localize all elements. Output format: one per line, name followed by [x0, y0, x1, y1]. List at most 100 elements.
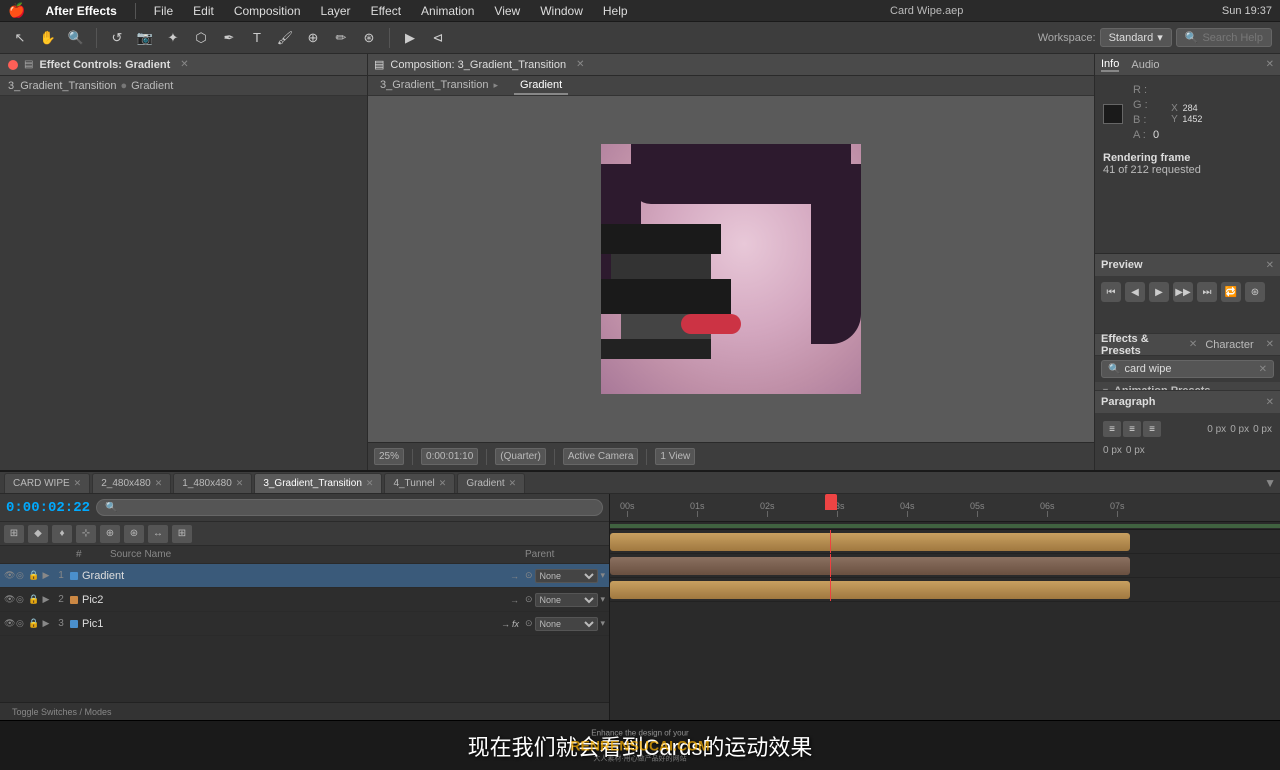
view-selector[interactable]: 1 View: [655, 448, 695, 465]
apple-logo-icon[interactable]: 🍎: [8, 2, 25, 19]
play-pause-button[interactable]: ▶: [1149, 282, 1169, 302]
effects-search-bar[interactable]: 🔍 ✕: [1101, 360, 1274, 378]
menu-animation[interactable]: Animation: [417, 4, 478, 18]
select-tool-button[interactable]: ↖: [8, 26, 32, 50]
layer-row-1[interactable]: 👁 ◎ 🔒 ▶ 1 Gradient → ⊙ None: [0, 564, 609, 588]
tab-close-icon[interactable]: ✕: [74, 478, 82, 489]
timeline-tab-tunnel[interactable]: 4_Tunnel ✕: [384, 473, 455, 493]
time-display[interactable]: 0:00:01:10: [421, 448, 478, 465]
panel-close-button[interactable]: [8, 60, 18, 70]
layer-2-lock-icon[interactable]: 🔒: [28, 594, 40, 605]
tl-ctrl-btn-7[interactable]: ↔: [148, 525, 168, 543]
character-tab[interactable]: Character: [1205, 339, 1253, 351]
paragraph-x-button[interactable]: ✕: [1266, 397, 1274, 408]
layer-1-lock-icon[interactable]: 🔒: [28, 570, 40, 581]
comp-x-button[interactable]: ✕: [576, 59, 584, 70]
tl-ctrl-btn-4[interactable]: ⊹: [76, 525, 96, 543]
layer-1-visibility-icon[interactable]: 👁: [4, 570, 16, 581]
layer-3-visibility-icon[interactable]: 👁: [4, 618, 16, 629]
anchor-tool-button[interactable]: ✦: [161, 26, 185, 50]
track-row-1[interactable]: [610, 530, 1280, 554]
timeline-tab-2[interactable]: 2_480x480 ✕: [92, 473, 171, 493]
ram-preview-button[interactable]: ⊛: [1245, 282, 1265, 302]
align-left-button[interactable]: ≡: [1103, 421, 1121, 437]
toggle-switches-modes-button[interactable]: Toggle Switches / Modes: [8, 707, 116, 717]
text-tool-button[interactable]: T: [245, 26, 269, 50]
tab-info[interactable]: Info: [1101, 58, 1119, 72]
step-forward-button[interactable]: ▶▶: [1173, 282, 1193, 302]
puppet-tool-button[interactable]: ⊛: [357, 26, 381, 50]
render-button[interactable]: ⊲: [426, 26, 450, 50]
search-help-input[interactable]: 🔍 Search Help: [1176, 28, 1272, 47]
composition-viewport[interactable]: [368, 96, 1094, 442]
tab-tunnel-close-icon[interactable]: ✕: [439, 478, 447, 489]
menu-help[interactable]: Help: [599, 4, 632, 18]
timeline-tab-gradient-transition[interactable]: 3_Gradient_Transition ✕: [254, 473, 382, 493]
tl-ctrl-btn-6[interactable]: ⊛: [124, 525, 144, 543]
menu-effect[interactable]: Effect: [367, 4, 405, 18]
timeline-collapse-icon[interactable]: ▼: [1264, 476, 1276, 490]
rotation-tool-button[interactable]: ↺: [105, 26, 129, 50]
layer-2-visibility-icon[interactable]: 👁: [4, 594, 16, 605]
panel-x-button[interactable]: ✕: [180, 59, 188, 70]
character-x-button[interactable]: ✕: [1266, 339, 1274, 350]
step-back-button[interactable]: ◀: [1125, 282, 1145, 302]
play-button[interactable]: ▶: [398, 26, 422, 50]
tl-ctrl-btn-1[interactable]: ⊞: [4, 525, 24, 543]
align-right-button[interactable]: ≡: [1143, 421, 1161, 437]
layer-1-solo-icon[interactable]: ◎: [16, 570, 28, 581]
effects-search-clear-icon[interactable]: ✕: [1259, 364, 1267, 375]
quality-selector[interactable]: (Quarter): [495, 448, 546, 465]
tab-audio[interactable]: Audio: [1131, 59, 1159, 71]
tl-ctrl-btn-5[interactable]: ⊕: [100, 525, 120, 543]
shape-tool-button[interactable]: ⬡: [189, 26, 213, 50]
tab-gradient-close-icon[interactable]: ✕: [509, 478, 517, 489]
camera-tool-button[interactable]: 📷: [133, 26, 157, 50]
brush-tool-button[interactable]: 🖌: [273, 26, 297, 50]
layer-row-2[interactable]: 👁 ◎ 🔒 ▶ 2 Pic2 → ⊙ None ▾: [0, 588, 609, 612]
tl-ctrl-btn-8[interactable]: ⊞: [172, 525, 192, 543]
layer-2-solo-icon[interactable]: ◎: [16, 594, 28, 605]
layer-row-3[interactable]: 👁 ◎ 🔒 ▶ 3 Pic1 → fx ⊙ None: [0, 612, 609, 636]
timeline-tab-3[interactable]: 1_480x480 ✕: [173, 473, 252, 493]
app-name[interactable]: After Effects: [41, 4, 120, 18]
menu-edit[interactable]: Edit: [189, 4, 218, 18]
layer-1-collapse-button[interactable]: ▶: [40, 570, 52, 582]
layer-1-parent-select[interactable]: None: [535, 569, 599, 583]
effects-search-input[interactable]: [1124, 363, 1254, 375]
track-row-2[interactable]: [610, 554, 1280, 578]
stamp-tool-button[interactable]: ⊕: [301, 26, 325, 50]
timeline-search-input[interactable]: [96, 499, 603, 516]
loop-button[interactable]: 🔁: [1221, 282, 1241, 302]
zoom-button[interactable]: 25%: [374, 448, 404, 465]
tl-ctrl-btn-2[interactable]: ◆: [28, 525, 48, 543]
pen-tool-button[interactable]: ✒: [217, 26, 241, 50]
tab-gt-close-icon[interactable]: ✕: [366, 478, 374, 489]
menu-window[interactable]: Window: [536, 4, 587, 18]
skip-to-start-button[interactable]: ⏮: [1101, 282, 1121, 302]
menu-composition[interactable]: Composition: [230, 4, 305, 18]
layer-2-collapse-button[interactable]: ▶: [40, 594, 52, 606]
animation-presets-category[interactable]: ▼ Animation Presets: [1095, 382, 1280, 390]
align-center-button[interactable]: ≡: [1123, 421, 1141, 437]
layer-3-solo-icon[interactable]: ◎: [16, 618, 28, 629]
hand-tool-button[interactable]: ✋: [36, 26, 60, 50]
tab-gradient[interactable]: Gradient: [514, 77, 568, 95]
workspace-selector[interactable]: Standard ▾: [1100, 28, 1172, 47]
tab-gradient-transition[interactable]: 3_Gradient_Transition ▸: [374, 77, 506, 95]
breadcrumb-layer[interactable]: Gradient: [131, 80, 173, 92]
preview-x-button[interactable]: ✕: [1266, 260, 1274, 271]
tab-3-close-icon[interactable]: ✕: [236, 478, 244, 489]
breadcrumb-comp[interactable]: 3_Gradient_Transition: [8, 80, 116, 92]
timeline-tab-gradient[interactable]: Gradient ✕: [457, 473, 525, 493]
layer-3-lock-icon[interactable]: 🔒: [28, 618, 40, 629]
track-row-3[interactable]: [610, 578, 1280, 602]
menu-file[interactable]: File: [150, 4, 177, 18]
info-x-button[interactable]: ✕: [1266, 59, 1274, 70]
layer-3-parent-select[interactable]: None: [535, 617, 599, 631]
timeline-tab-card-wipe[interactable]: CARD WIPE ✕: [4, 473, 90, 493]
layer-3-collapse-button[interactable]: ▶: [40, 618, 52, 630]
skip-to-end-button[interactable]: ⏭: [1197, 282, 1217, 302]
eraser-tool-button[interactable]: ✏: [329, 26, 353, 50]
camera-selector[interactable]: Active Camera: [563, 448, 639, 465]
